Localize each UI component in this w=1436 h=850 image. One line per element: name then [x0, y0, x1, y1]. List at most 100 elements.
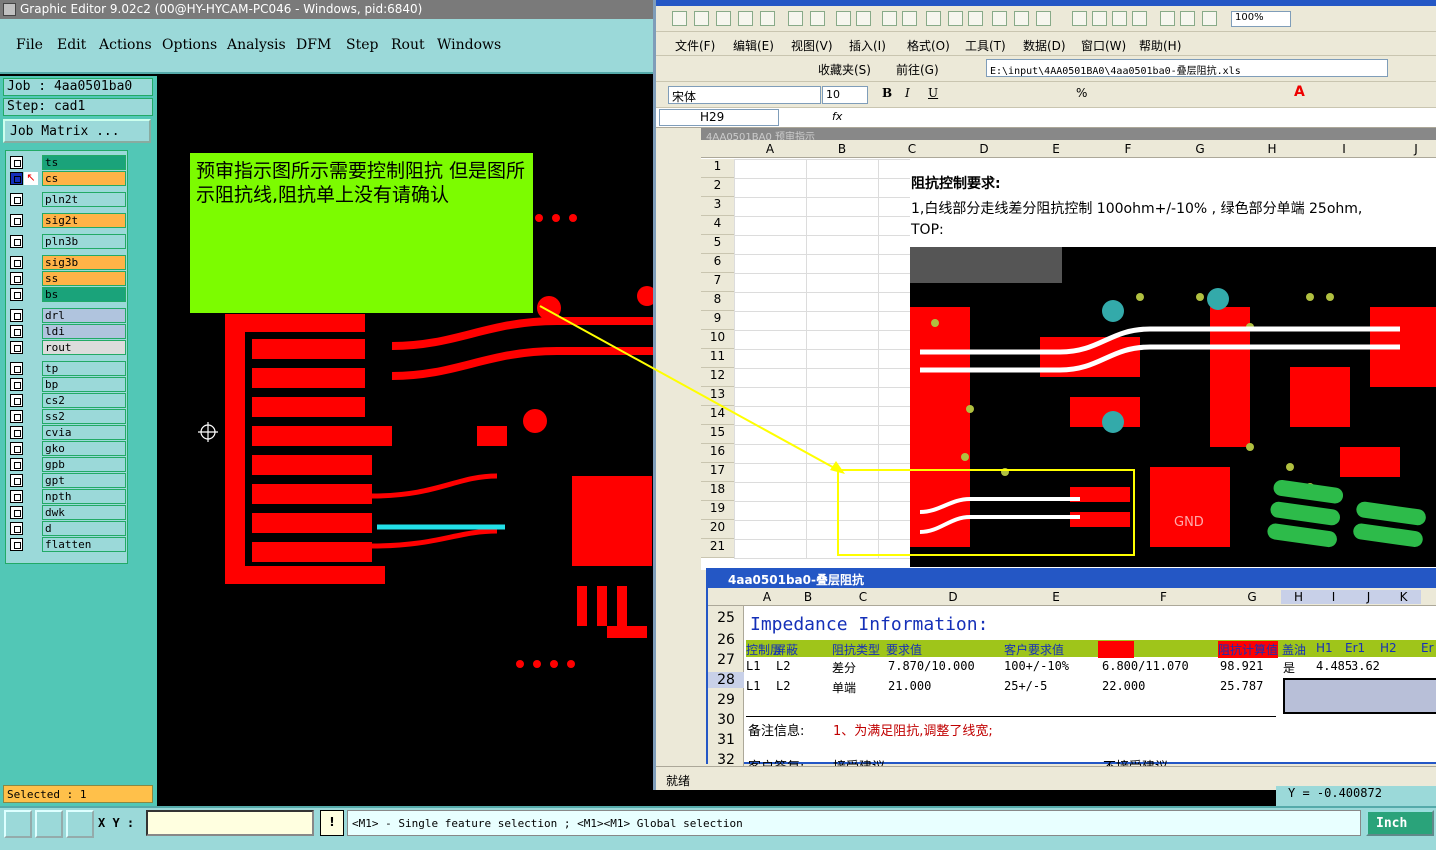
xl-menu-window[interactable]: 窗口(W) — [1081, 37, 1126, 54]
row-header[interactable]: 21 — [701, 539, 734, 558]
layer-row-flatten[interactable]: flatten — [8, 537, 126, 552]
xl-menu-data[interactable]: 数据(D) — [1023, 37, 1066, 54]
percent-button[interactable]: % — [1076, 86, 1087, 100]
inner-col-header[interactable]: C — [828, 590, 898, 604]
toolbar-button[interactable] — [1072, 11, 1087, 26]
layer-row-cvia[interactable]: cvia — [8, 425, 126, 440]
layer-name[interactable]: gko — [42, 441, 126, 456]
toolbar-button[interactable] — [1036, 11, 1051, 26]
toolbar-button[interactable] — [738, 11, 753, 26]
layer-name[interactable]: rout — [42, 340, 126, 355]
toolbar-button[interactable] — [968, 11, 983, 26]
layer-name[interactable]: bp — [42, 377, 126, 392]
row-header[interactable]: 18 — [701, 482, 734, 501]
layer-name[interactable]: dwk — [42, 505, 126, 520]
layer-name[interactable]: pln2t — [42, 192, 126, 207]
layer-name[interactable]: ss — [42, 271, 126, 286]
layer-checkbox[interactable] — [10, 325, 23, 338]
layer-row-sig2t[interactable]: sig2t — [8, 213, 126, 228]
layer-checkbox[interactable] — [10, 193, 23, 206]
xl-menu-format[interactable]: 格式(O) — [907, 37, 950, 54]
row-header[interactable]: 19 — [701, 501, 734, 520]
layer-checkbox[interactable] — [10, 490, 23, 503]
col-header[interactable]: I — [1308, 142, 1380, 156]
layer-row-pln2t[interactable]: pln2t — [8, 192, 126, 207]
layer-checkbox[interactable] — [10, 272, 23, 285]
impedance-cell[interactable]: 4.485 — [1316, 659, 1352, 673]
row-header[interactable]: 14 — [701, 406, 734, 425]
toolbar-button[interactable] — [716, 11, 731, 26]
layer-row-ts[interactable]: ts — [8, 155, 126, 170]
inner-col-header[interactable]: B — [788, 590, 828, 604]
unit-select[interactable]: Inch — [1366, 810, 1434, 836]
layer-row-gpb[interactable]: gpb — [8, 457, 126, 472]
inner-col-header[interactable]: K — [1386, 590, 1421, 604]
layer-checkbox[interactable] — [10, 458, 23, 471]
layer-checkbox[interactable] — [10, 522, 23, 535]
impedance-cell[interactable]: 3.62 — [1351, 659, 1380, 673]
accept-option[interactable]: 接受建议 — [833, 756, 885, 766]
xy-input[interactable] — [146, 810, 314, 836]
inner-col-header[interactable]: G — [1223, 590, 1281, 604]
layer-name[interactable]: drl — [42, 308, 126, 323]
impedance-cell[interactable]: 是 — [1283, 659, 1295, 676]
col-header[interactable]: E — [1020, 142, 1092, 156]
impedance-cell[interactable]: L2 — [776, 659, 790, 673]
layer-row-ss2[interactable]: ss2 — [8, 409, 126, 424]
toolbar-button[interactable] — [902, 11, 917, 26]
toolbar-button[interactable] — [1132, 11, 1147, 26]
col-header[interactable]: B — [806, 142, 878, 156]
toolbar-button[interactable] — [672, 11, 687, 26]
menu-options[interactable]: Options — [162, 37, 217, 53]
layer-row-cs2[interactable]: cs2 — [8, 393, 126, 408]
toolbar-button[interactable] — [1202, 11, 1217, 26]
row-header[interactable]: 8 — [701, 292, 734, 311]
row-header[interactable]: 7 — [701, 273, 734, 292]
menu-rout[interactable]: Rout — [391, 37, 425, 53]
col-header[interactable]: G — [1164, 142, 1236, 156]
layer-name[interactable]: ldi — [42, 324, 126, 339]
underline-button[interactable]: U — [928, 86, 938, 100]
menu-actions[interactable]: Actions — [99, 37, 152, 53]
row-header[interactable]: 9 — [701, 311, 734, 330]
layer-name[interactable]: ss2 — [42, 409, 126, 424]
toolbar-button[interactable] — [1014, 11, 1029, 26]
row-header[interactable]: 20 — [701, 520, 734, 539]
layer-row-bp[interactable]: bp — [8, 377, 126, 392]
layer-row-ldi[interactable]: ldi — [8, 324, 126, 339]
layer-checkbox[interactable] — [10, 410, 23, 423]
inner-col-header[interactable]: J — [1351, 590, 1386, 604]
inner-row-header[interactable]: 31 — [708, 732, 744, 748]
menu-step[interactable]: Step — [346, 37, 378, 53]
xl-menu-view[interactable]: 视图(V) — [791, 37, 833, 54]
menu-file[interactable]: File — [16, 37, 43, 53]
impedance-cell[interactable]: L2 — [776, 679, 790, 693]
measure-tool-button[interactable] — [35, 810, 63, 838]
layer-row-ss[interactable]: ss — [8, 271, 126, 286]
row-header[interactable]: 4 — [701, 216, 734, 235]
menu-edit[interactable]: Edit — [57, 37, 86, 53]
toolbar-button[interactable] — [810, 11, 825, 26]
row-header[interactable]: 6 — [701, 254, 734, 273]
inner-row-header[interactable]: 27 — [708, 652, 744, 668]
layer-name[interactable]: cvia — [42, 425, 126, 440]
xl-menu-tools[interactable]: 工具(T) — [965, 37, 1006, 54]
layer-checkbox[interactable] — [10, 394, 23, 407]
toolbar-button[interactable] — [882, 11, 897, 26]
layer-name[interactable]: pln3b — [42, 234, 126, 249]
row-header[interactable]: 16 — [701, 444, 734, 463]
pcb-image[interactable]: GND — [910, 247, 1436, 567]
layer-checkbox[interactable] — [10, 172, 23, 185]
reject-option[interactable]: 不接受建议 — [1103, 756, 1168, 766]
layer-checkbox[interactable] — [10, 474, 23, 487]
toolbar-button[interactable] — [856, 11, 871, 26]
toolbar-button[interactable] — [1180, 11, 1195, 26]
impedance-cell[interactable]: 单端 — [832, 679, 856, 696]
row-header[interactable]: 17 — [701, 463, 734, 482]
impedance-cell[interactable]: 6.800/11.070 — [1102, 659, 1189, 673]
toolbar-button[interactable] — [992, 11, 1007, 26]
xl-menu-help[interactable]: 帮助(H) — [1139, 37, 1181, 54]
size-select[interactable]: 10 — [822, 86, 868, 104]
inner-row-header[interactable]: 28 — [708, 672, 744, 688]
col-header[interactable]: J — [1380, 142, 1436, 156]
